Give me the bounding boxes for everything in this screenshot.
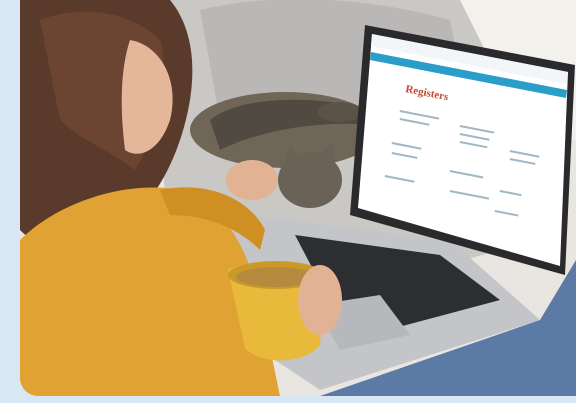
photo-frame: Registers	[20, 0, 576, 396]
woman-hand-mug	[298, 265, 342, 335]
woman-hand	[226, 160, 278, 200]
cat-tail	[318, 102, 362, 122]
photo: Registers	[20, 0, 576, 396]
